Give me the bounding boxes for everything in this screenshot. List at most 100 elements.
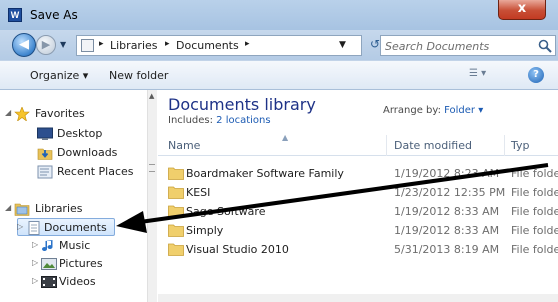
scroll-up-icon[interactable]: ▲ xyxy=(149,92,154,100)
nav-item-music[interactable]: ▷ Music xyxy=(0,237,145,255)
scroll-thumb[interactable] xyxy=(149,164,155,172)
column-name[interactable]: Name xyxy=(168,139,200,152)
expand-icon[interactable]: ▷ xyxy=(17,222,23,231)
search-box[interactable] xyxy=(380,35,556,56)
collapse-icon[interactable]: ◢ xyxy=(5,203,11,212)
downloads-icon xyxy=(37,148,53,160)
libraries-icon xyxy=(14,203,30,216)
file-type: File folder xyxy=(511,224,558,237)
includes-label: Includes: xyxy=(168,115,213,126)
window-title: Save As xyxy=(30,8,78,22)
file-date: 1/19/2012 8:33 AM xyxy=(394,224,500,237)
file-name: Sage Software xyxy=(186,205,266,218)
breadcrumb-separator-icon[interactable]: ▸ xyxy=(99,39,104,49)
column-divider[interactable] xyxy=(386,135,387,156)
expand-icon[interactable]: ▷ xyxy=(32,276,38,285)
breadcrumb-separator-icon[interactable]: ▸ xyxy=(245,39,250,49)
library-includes: Includes: 2 locations xyxy=(168,115,271,126)
nav-label: Pictures xyxy=(59,257,103,270)
nav-item-downloads[interactable]: Downloads xyxy=(0,144,145,162)
file-name: Boardmaker Software Family xyxy=(186,167,344,180)
nav-label: Documents xyxy=(44,221,107,234)
arrange-by-dropdown[interactable]: Folder ▾ xyxy=(444,105,483,116)
expand-icon[interactable]: ▷ xyxy=(32,240,38,249)
nav-item-videos[interactable]: ▷ Videos xyxy=(0,273,145,291)
videos-library-icon xyxy=(41,276,57,288)
breadcrumb-separator-icon[interactable]: ▸ xyxy=(165,39,170,49)
nav-item-recent-places[interactable]: Recent Places xyxy=(0,163,145,181)
file-type: File folder xyxy=(511,167,558,180)
nav-item-desktop[interactable]: Desktop xyxy=(0,125,145,143)
folder-icon xyxy=(168,224,184,237)
close-button[interactable]: x xyxy=(498,0,546,20)
documents-library-icon xyxy=(28,221,40,235)
back-arrow-icon: ◀ xyxy=(19,37,29,52)
file-list-pane: Documents library Includes: 2 locations … xyxy=(158,90,558,302)
forward-button[interactable]: ▶ xyxy=(36,35,56,55)
nav-label: Music xyxy=(59,239,91,252)
forward-arrow-icon: ▶ xyxy=(41,38,51,51)
search-input[interactable] xyxy=(385,38,530,54)
command-bar: Organize ▾ New folder ☰ ▾ ? xyxy=(0,60,558,90)
file-row[interactable]: Simply 1/19/2012 8:33 AM File folder xyxy=(158,221,558,240)
nav-favorites[interactable]: ◢ Favorites xyxy=(0,105,145,123)
sort-ascending-icon: ▲ xyxy=(282,133,289,142)
search-icon[interactable] xyxy=(537,38,553,54)
file-type: File folder xyxy=(511,186,558,199)
arrange-by-label: Arrange by: xyxy=(383,105,441,116)
nav-label: Desktop xyxy=(57,127,103,140)
column-divider[interactable] xyxy=(504,135,505,156)
horizontal-scrollbar[interactable] xyxy=(158,294,558,302)
file-row[interactable]: Boardmaker Software Family 1/19/2012 8:2… xyxy=(158,164,558,183)
file-row[interactable]: Sage Software 1/19/2012 8:33 AM File fol… xyxy=(158,202,558,221)
file-date: 1/19/2012 8:33 AM xyxy=(394,205,500,218)
file-row[interactable]: Visual Studio 2010 5/31/2013 8:19 AM Fil… xyxy=(158,240,558,259)
file-name: KESI xyxy=(186,186,211,199)
file-date: 1/19/2012 8:23 AM xyxy=(394,167,500,180)
column-date-modified[interactable]: Date modified xyxy=(394,139,472,152)
folder-icon xyxy=(81,39,94,52)
nav-libraries[interactable]: ◢ Libraries xyxy=(0,200,145,218)
file-row[interactable]: KESI 1/23/2012 12:35 PM File folder xyxy=(158,183,558,202)
folder-icon xyxy=(168,205,184,218)
address-dropdown-icon[interactable]: ▼ xyxy=(339,40,346,50)
recent-pages-dropdown[interactable]: ▼ xyxy=(60,40,66,49)
locations-link[interactable]: 2 locations xyxy=(216,115,270,126)
column-type[interactable]: Typ xyxy=(511,139,530,152)
nav-item-pictures[interactable]: ▷ Pictures xyxy=(0,255,145,273)
help-icon[interactable]: ? xyxy=(528,67,544,83)
pictures-library-icon xyxy=(41,258,57,270)
title-bar: W Save As x xyxy=(0,0,558,30)
collapse-icon[interactable]: ◢ xyxy=(5,108,11,117)
back-button[interactable]: ◀ xyxy=(12,33,36,57)
nav-item-documents[interactable]: ▷ Documents xyxy=(17,218,115,236)
breadcrumb-documents[interactable]: Documents xyxy=(176,39,239,52)
breadcrumb-libraries[interactable]: Libraries xyxy=(110,39,158,52)
organize-button[interactable]: Organize ▾ xyxy=(30,69,88,82)
favorites-star-icon xyxy=(14,107,30,121)
file-type: File folder xyxy=(511,205,558,218)
change-view-icon[interactable]: ☰ ▾ xyxy=(469,68,505,84)
music-library-icon xyxy=(42,240,53,252)
column-header: ▲ Name Date modified Typ xyxy=(158,133,558,156)
nav-scrollbar[interactable]: ▲ xyxy=(147,90,157,302)
folder-icon xyxy=(168,243,184,256)
nav-label: Recent Places xyxy=(57,165,134,178)
library-title: Documents library xyxy=(168,95,316,114)
file-name: Simply xyxy=(186,224,224,237)
word-app-icon: W xyxy=(8,8,22,22)
arrange-by: Arrange by: Folder ▾ xyxy=(383,105,483,116)
new-folder-button[interactable]: New folder xyxy=(109,69,168,82)
address-row: ◀ ▶ ▼ ▸ Libraries ▸ Documents ▸ ▼ ↺ xyxy=(0,30,558,60)
navigation-pane: ◢ Favorites Desktop Downloads Recent Pla… xyxy=(0,90,157,302)
file-name: Visual Studio 2010 xyxy=(186,243,289,256)
file-date: 5/31/2013 8:19 AM xyxy=(394,243,500,256)
file-date: 1/23/2012 12:35 PM xyxy=(394,186,506,199)
breadcrumb[interactable]: ▸ Libraries ▸ Documents ▸ ▼ xyxy=(76,35,362,56)
expand-icon[interactable]: ▷ xyxy=(32,258,38,267)
folder-icon xyxy=(168,167,184,180)
nav-label: Libraries xyxy=(35,202,83,215)
nav-label: Favorites xyxy=(35,107,85,120)
nav-label: Downloads xyxy=(57,146,118,159)
file-type: File folder xyxy=(511,243,558,256)
